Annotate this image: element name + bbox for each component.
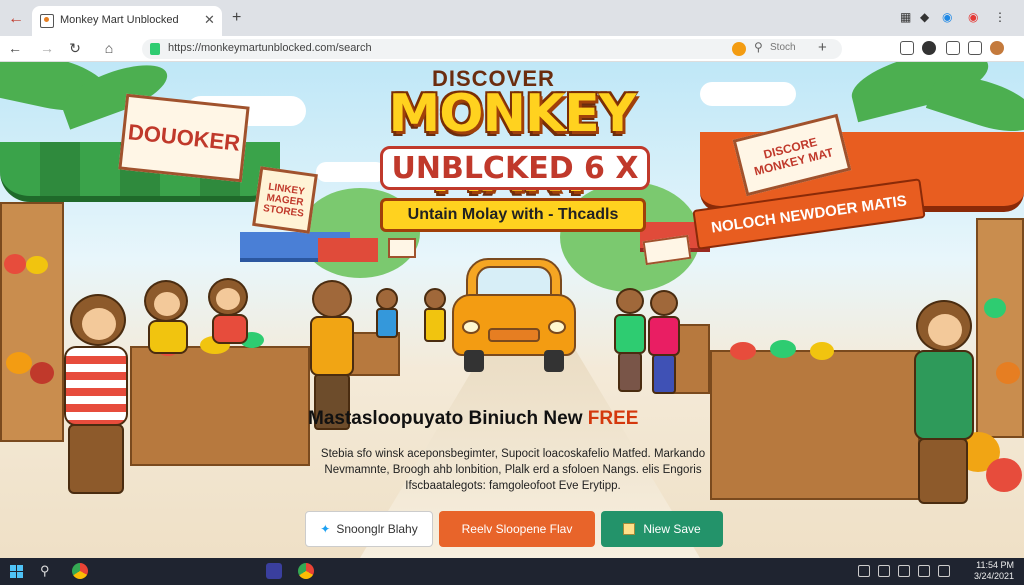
red-awning [318, 238, 378, 262]
tab-title: Monkey Mart Unblocked [60, 14, 179, 26]
new-save-button-label: Niew Save [643, 522, 701, 536]
stall-sign-left-small: LINKEY MAGER STORES [252, 166, 318, 234]
ribbon-text: Untain Molay with - Thcadls [407, 206, 619, 223]
new-save-button[interactable]: Niew Save [601, 511, 723, 547]
fruit [30, 362, 54, 384]
background-shopper [372, 288, 402, 358]
tagline: Mastasloopuyato Biniuch New FREE [308, 408, 718, 430]
monkey-character [140, 280, 200, 360]
unblocked-badge: UNBLCKED 6 X [380, 146, 650, 190]
clock[interactable]: 11:54 PM 3/24/2021 [958, 560, 1014, 582]
page-content: DOUOKER LINKEY MAGER STORES DISCORE MONK… [0, 62, 1024, 558]
badge-text: UNBLCKED 6 X [391, 150, 639, 186]
collections-icon[interactable] [946, 41, 960, 55]
extension-icon[interactable] [900, 41, 914, 55]
fruit [6, 352, 32, 374]
clock-date: 3/24/2021 [973, 571, 1014, 581]
fruit [810, 342, 834, 360]
tray-icon[interactable] [858, 565, 870, 577]
window-icon[interactable]: ▦ [900, 10, 911, 24]
favicon-icon [40, 14, 54, 28]
profile-icon[interactable] [922, 41, 936, 55]
search-label[interactable]: Stoch [770, 42, 796, 53]
volume-icon[interactable] [898, 565, 910, 577]
fruit [730, 342, 756, 360]
search-icon: ⚲ [754, 40, 763, 54]
windows-start-icon[interactable] [10, 565, 24, 579]
twitter-icon: ✦ [320, 522, 331, 536]
url-text: https://monkeymartunblocked.com/search [168, 42, 372, 54]
fruit [986, 458, 1022, 492]
tagline-text: Mastasloopuyato Biniuch New [308, 408, 583, 429]
browser-tab[interactable]: Monkey Mart Unblocked ✕ [32, 6, 222, 36]
chrome-icon[interactable] [298, 563, 314, 579]
cloud [700, 82, 796, 106]
fruit [984, 298, 1006, 318]
menu-icon[interactable]: ⋮ [994, 10, 1006, 24]
edge-icon[interactable]: ◉ [942, 10, 952, 24]
avatar[interactable] [990, 41, 1004, 55]
shopper-character [644, 290, 684, 400]
play-button-label: Reelv Sloopene Flav [461, 522, 573, 536]
address-bar: ← → ↻ ⌂ https://monkeymartunblocked.com/… [0, 36, 1024, 62]
new-tab-icon[interactable]: + [232, 9, 241, 27]
background-shopper [420, 288, 450, 368]
search-icon[interactable]: ⚲ [40, 563, 50, 579]
stall-sign-left: DOUOKER [118, 93, 250, 183]
extension-badge-icon[interactable] [732, 42, 746, 56]
hanging-sign [388, 238, 416, 258]
taskbar: ⚲ 11:54 PM 3/24/2021 [0, 558, 1024, 585]
monkey-character [206, 278, 256, 358]
lock-icon [150, 43, 160, 55]
tagline-free: FREE [587, 408, 639, 429]
orange-car [452, 258, 576, 374]
record-icon[interactable]: ◉ [968, 10, 978, 24]
monkey-character-left [52, 294, 152, 544]
play-button[interactable]: Reelv Sloopene Flav [439, 511, 595, 547]
pin-icon[interactable]: ◆ [920, 10, 929, 24]
fruit [26, 256, 48, 274]
back-arrow-icon[interactable]: ← [6, 9, 26, 29]
notification-icon[interactable] [938, 565, 950, 577]
browser-tab-bar: ← Monkey Mart Unblocked ✕ + ▦ ◆ ◉ ◉ ⋮ [0, 0, 1024, 36]
network-icon[interactable] [878, 565, 890, 577]
document-icon [623, 523, 636, 535]
app-icon[interactable] [266, 563, 282, 579]
twitter-button[interactable]: ✦ Snoonglr Blahy [305, 511, 433, 547]
forward-icon[interactable]: → [38, 39, 56, 57]
home-icon[interactable]: ⌂ [100, 39, 118, 57]
chrome-icon[interactable] [72, 563, 88, 579]
stall-counter-left [130, 346, 310, 466]
stall-counter-right [710, 350, 920, 500]
settings-icon[interactable] [968, 41, 982, 55]
back-icon[interactable]: ← [6, 39, 24, 57]
fruit [770, 340, 796, 358]
shelf-right [976, 218, 1024, 438]
fruit [4, 254, 26, 274]
add-icon[interactable]: + [818, 39, 827, 56]
url-input[interactable]: https://monkeymartunblocked.com/search ⚲… [142, 39, 842, 59]
subtitle-ribbon: Untain Molay with - Thcadls [380, 198, 646, 232]
monkey-cashier [902, 300, 982, 530]
clock-time: 11:54 PM [976, 560, 1014, 570]
twitter-button-label: Snoonglr Blahy [336, 522, 418, 536]
fruit [996, 362, 1020, 384]
battery-icon[interactable] [918, 565, 930, 577]
close-icon[interactable]: ✕ [204, 12, 215, 28]
reload-icon[interactable]: ↻ [66, 39, 84, 57]
description: Stebia sfo winsk aceponsbegimter, Supoci… [320, 448, 706, 492]
